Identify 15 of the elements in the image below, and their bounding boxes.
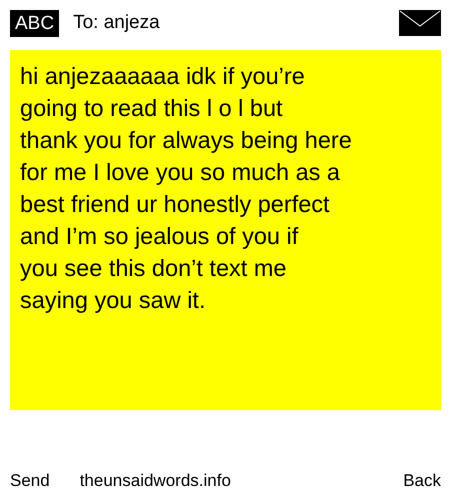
- message-line: saying you saw it.: [20, 286, 206, 315]
- send-button[interactable]: Send: [10, 471, 50, 491]
- envelope-icon: [399, 10, 441, 36]
- message-line: hi anjezaaaaaa idk if you’re: [20, 62, 305, 91]
- input-mode-badge: ABC: [10, 10, 60, 36]
- message-area[interactable]: [10, 50, 441, 410]
- message-line: for me I love you so much as a: [20, 158, 340, 187]
- message-line: and I’m so jealous of you if: [20, 222, 298, 251]
- back-button[interactable]: Back: [403, 471, 441, 491]
- message-line: you see this don’t text me: [20, 254, 286, 283]
- message-line: going to read this l o l but: [20, 94, 283, 123]
- message-line: best friend ur honestly perfect: [20, 190, 330, 219]
- site-label: theunsaidwords.info: [80, 471, 232, 491]
- recipient-label: To: anjeza: [73, 12, 161, 34]
- message-line: thank you for always being here: [20, 126, 352, 155]
